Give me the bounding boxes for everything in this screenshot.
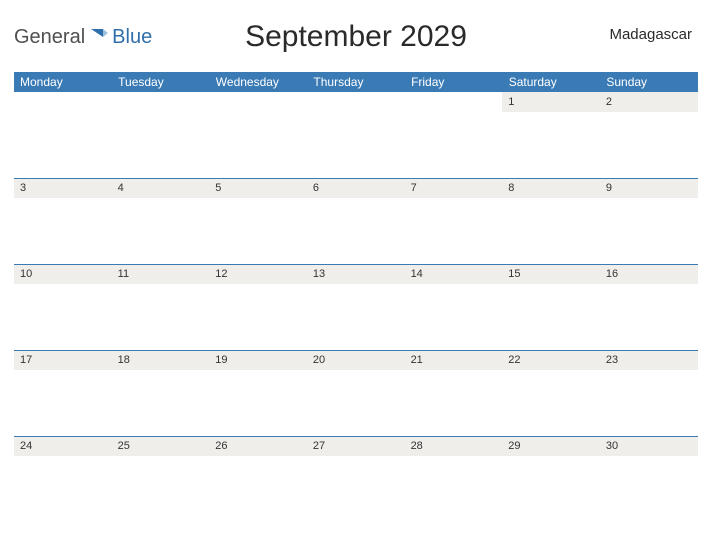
day-cell: 25: [112, 436, 210, 456]
day-cell: 28: [405, 436, 503, 456]
day-cell: 9: [600, 178, 698, 198]
week-4-body: [14, 370, 698, 436]
day-cell: 16: [600, 264, 698, 284]
day-cell: 18: [112, 350, 210, 370]
week-2-body: [14, 198, 698, 264]
day-cell: 8: [502, 178, 600, 198]
day-cell: 30: [600, 436, 698, 456]
brand-logo: General Blue: [14, 26, 152, 49]
day-cell: 14: [405, 264, 503, 284]
day-cell: 21: [405, 350, 503, 370]
day-cell: 12: [209, 264, 307, 284]
week-3-nums: 10 11 12 13 14 15 16: [14, 264, 698, 284]
day-cell: 7: [405, 178, 503, 198]
dow-tue: Tuesday: [112, 72, 210, 92]
day-cell: 26: [209, 436, 307, 456]
day-cell: 11: [112, 264, 210, 284]
dow-sun: Sunday: [600, 72, 698, 92]
brand-general: General: [14, 26, 85, 49]
day-cell: 22: [502, 350, 600, 370]
day-cell: 20: [307, 350, 405, 370]
day-cell: 19: [209, 350, 307, 370]
day-cell: 23: [600, 350, 698, 370]
day-cell: 10: [14, 264, 112, 284]
dow-fri: Friday: [405, 72, 503, 92]
day-cell: 5: [209, 178, 307, 198]
brand-blue: Blue: [112, 26, 152, 49]
week-5-body: [14, 456, 698, 522]
dow-wed: Wednesday: [209, 72, 307, 92]
day-cell: 17: [14, 350, 112, 370]
dow-mon: Monday: [14, 72, 112, 92]
day-cell: [14, 92, 112, 112]
day-cell: [307, 92, 405, 112]
day-cell: 4: [112, 178, 210, 198]
week-3-body: [14, 284, 698, 350]
week-1-body: [14, 112, 698, 178]
dow-thu: Thursday: [307, 72, 405, 92]
day-cell: 1: [502, 92, 600, 112]
page-fold-icon: [89, 27, 109, 47]
day-cell: 13: [307, 264, 405, 284]
day-cell: 3: [14, 178, 112, 198]
day-cell: 2: [600, 92, 698, 112]
country-label: Madagascar: [609, 26, 692, 43]
week-1-nums: 1 2: [14, 92, 698, 112]
dow-row: Monday Tuesday Wednesday Thursday Friday…: [14, 72, 698, 92]
day-cell: 24: [14, 436, 112, 456]
day-cell: 15: [502, 264, 600, 284]
day-cell: 27: [307, 436, 405, 456]
day-cell: 6: [307, 178, 405, 198]
calendar-body: 1 2 3 4 5 6 7 8 9 10 11 12 13 14 15 16 1…: [14, 92, 698, 522]
week-4-nums: 17 18 19 20 21 22 23: [14, 350, 698, 370]
dow-sat: Saturday: [502, 72, 600, 92]
week-2-nums: 3 4 5 6 7 8 9: [14, 178, 698, 198]
header: General Blue September 2029 Madagascar: [14, 8, 698, 66]
calendar-table: Monday Tuesday Wednesday Thursday Friday…: [14, 72, 698, 522]
week-5-nums: 24 25 26 27 28 29 30: [14, 436, 698, 456]
day-cell: [405, 92, 503, 112]
day-cell: 29: [502, 436, 600, 456]
day-cell: [112, 92, 210, 112]
day-cell: [209, 92, 307, 112]
